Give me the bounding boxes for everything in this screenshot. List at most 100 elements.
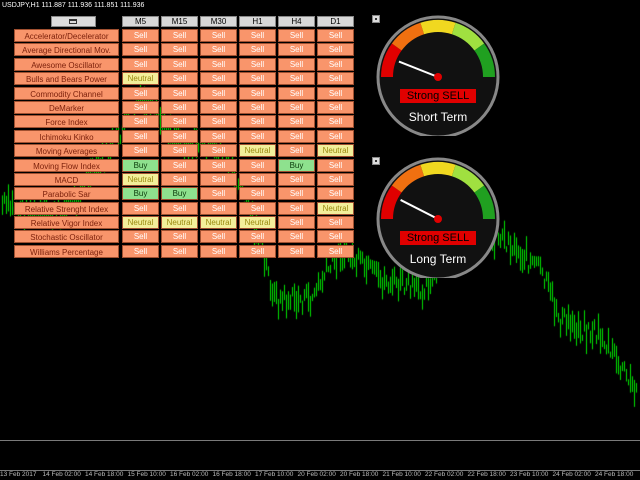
signal-cell: Sell: [317, 172, 354, 186]
signal-cell: Sell: [317, 86, 354, 100]
minimize-button[interactable]: [51, 16, 96, 27]
signal-cell: Sell: [278, 230, 315, 244]
signal-cell: Neutral: [239, 216, 276, 230]
timeframe-header: M30: [200, 16, 237, 27]
signal-cell: Sell: [122, 86, 159, 100]
signal-cell: Sell: [278, 129, 315, 143]
date-tick-label: 17 Feb 10:00: [255, 471, 294, 478]
signal-cell: Sell: [161, 172, 198, 186]
gauge-hub: [434, 73, 442, 81]
signal-cell: Sell: [122, 244, 159, 258]
signal-cell: Sell: [317, 129, 354, 143]
signal-cell: Sell: [161, 201, 198, 215]
signal-cell: Sell: [278, 100, 315, 114]
signal-cell: Sell: [278, 86, 315, 100]
signal-cell: Sell: [317, 72, 354, 86]
date-tick-label: 21 Feb 10:00: [382, 471, 421, 478]
date-tick-label: 22 Feb 18:00: [467, 471, 506, 478]
signal-cell: Sell: [200, 86, 237, 100]
signal-cell: Buy: [161, 187, 198, 201]
signal-cell: Neutral: [239, 144, 276, 158]
signal-cell: Sell: [317, 100, 354, 114]
signal-cell: Sell: [200, 144, 237, 158]
signal-cell: Sell: [317, 158, 354, 172]
timeframe-header: H1: [239, 16, 276, 27]
signal-cell: Sell: [317, 57, 354, 71]
signal-cell: Sell: [239, 129, 276, 143]
signal-cell: Sell: [122, 129, 159, 143]
signal-cell: Sell: [200, 43, 237, 57]
date-tick-label: 22 Feb 02:00: [425, 471, 464, 478]
indicator-row: Awesome Oscillator Sell Sell Sell Sell Sell Se…: [14, 57, 356, 71]
indicator-row: Relative Strenght Index Sell Sell Sell Sell S…: [14, 201, 356, 215]
signal-cell: Sell: [200, 201, 237, 215]
indicator-row: Ichimoku Kinko Sell Sell Sell Sell Sell Sell: [14, 129, 356, 143]
signal-cell: Sell: [239, 172, 276, 186]
table-header: M5 M15 M30 H1 H4 D1: [14, 15, 356, 28]
date-axis: 13 Feb 2017 14 Feb 02:00 14 Feb 18:00 15 Fe…: [0, 471, 640, 480]
indicator-row: Accelerator/Decelerator Sell Sell Sell Sell S…: [14, 29, 356, 42]
signal-cell: Buy: [122, 187, 159, 201]
signal-cell: Neutral: [122, 72, 159, 86]
signal-cell: Sell: [122, 115, 159, 129]
signal-cell: Buy: [122, 158, 159, 172]
signal-cell: Sell: [161, 86, 198, 100]
signal-cell: Sell: [122, 230, 159, 244]
signal-cell: Sell: [239, 201, 276, 215]
signal-cell: Sell: [317, 216, 354, 230]
gauge-term-label: Long Term: [409, 252, 467, 266]
signal-cell: Sell: [200, 29, 237, 42]
indicator-row: MACD Neutral Sell Sell Sell Sell Sell: [14, 172, 356, 186]
short-term-gauge: Strong SELL Short Term: [373, 14, 503, 136]
date-tick-label: 20 Feb 02:00: [297, 471, 336, 478]
signal-cell: Sell: [239, 230, 276, 244]
signal-cell: Sell: [317, 115, 354, 129]
signal-cell: Sell: [278, 43, 315, 57]
symbol-label: USDJPY,H1 111.887 111.936 111.851 111.93…: [2, 2, 145, 9]
gauge-term-label: Short Term: [408, 110, 468, 124]
indicator-name: DeMarker: [14, 100, 119, 114]
signal-cell: Sell: [161, 129, 198, 143]
signal-table: M5 M15 M30 H1 H4 D1 Accelerator/Decelerator Se…: [14, 15, 356, 259]
indicator-name: Force Index: [14, 115, 119, 129]
indicator-row: Relative Vigor Index Neutral Neutral Neutra…: [14, 216, 356, 230]
signal-cell: Sell: [200, 158, 237, 172]
signal-cell: Sell: [161, 115, 198, 129]
indicator-row: Parabolic Sar Buy Buy Sell Sell Sell Sell: [14, 187, 356, 201]
signal-cell: Sell: [200, 230, 237, 244]
date-tick-label: 14 Feb 18:00: [85, 471, 124, 478]
signal-cell: Sell: [278, 115, 315, 129]
signal-cell: Sell: [239, 57, 276, 71]
signal-cell: Sell: [239, 115, 276, 129]
indicator-name: Accelerator/Decelerator: [14, 29, 119, 42]
indicator-row: Average Directional Mov. Sell Sell Sell Sell…: [14, 43, 356, 57]
signal-cell: Sell: [278, 187, 315, 201]
timeframe-header: D1: [317, 16, 354, 27]
indicator-name: Relative Vigor Index: [14, 216, 119, 230]
date-tick-label: 14 Feb 02:00: [42, 471, 81, 478]
indicator-name: Moving Averages: [14, 144, 119, 158]
signal-cell: Sell: [161, 230, 198, 244]
signal-cell: Sell: [161, 144, 198, 158]
signal-cell: Sell: [239, 43, 276, 57]
date-tick-label: 16 Feb 18:00: [212, 471, 251, 478]
signal-cell: Sell: [239, 86, 276, 100]
gauge-status: Strong SELL: [400, 231, 476, 245]
indicator-name: Parabolic Sar: [14, 187, 119, 201]
signal-cell: Sell: [122, 144, 159, 158]
indicator-row: DeMarker Sell Sell Sell Sell Sell Sell: [14, 100, 356, 114]
signal-cell: Sell: [278, 72, 315, 86]
date-tick-label: 13 Feb 2017: [0, 471, 37, 478]
signal-cell: Neutral: [317, 201, 354, 215]
signal-cell: Sell: [278, 172, 315, 186]
signal-cell: Sell: [200, 115, 237, 129]
gauge-hub: [434, 215, 442, 223]
signal-cell: Sell: [200, 72, 237, 86]
signal-cell: Neutral: [317, 144, 354, 158]
signal-cell: Sell: [239, 244, 276, 258]
signal-cell: Sell: [161, 29, 198, 42]
indicator-name: MACD: [14, 172, 119, 186]
date-tick-label: 16 Feb 02:00: [170, 471, 209, 478]
gauge-status: Strong SELL: [400, 89, 476, 103]
indicator-row: Stochastic Oscillator Sell Sell Sell Sell Sel…: [14, 230, 356, 244]
